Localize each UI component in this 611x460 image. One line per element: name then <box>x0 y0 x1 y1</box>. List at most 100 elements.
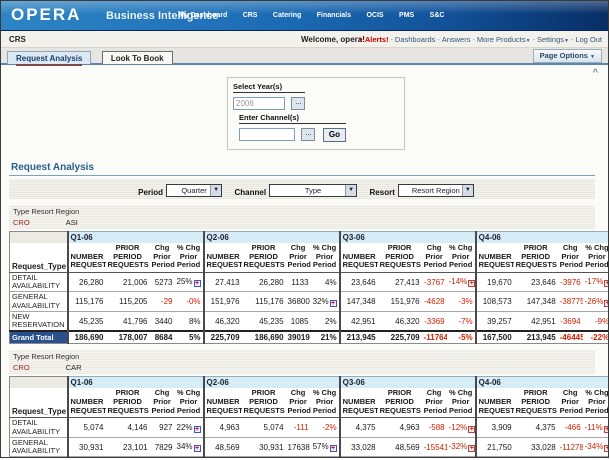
number-requests-cell: 213,945 <box>340 331 378 344</box>
column-header: PRIOR PERIOD REQUESTS <box>106 388 150 417</box>
cro-value: CRO <box>13 218 30 227</box>
chg-cell: 1973 <box>150 457 175 458</box>
chevron-down-icon[interactable]: ▼ <box>345 185 356 196</box>
year-prompt: Select Year(s) ... <box>233 82 305 113</box>
welcome-text: Welcome, opera! <box>301 35 365 44</box>
prior-period-cell: 5,074 <box>242 418 286 438</box>
year-browse-button[interactable]: ... <box>291 97 305 110</box>
module-label: CRS <box>9 35 26 44</box>
drill-icon[interactable]: + <box>604 280 609 287</box>
cro-value: CRO <box>13 363 30 372</box>
nav-item-my-dashboard[interactable]: My Dashboard <box>179 12 227 19</box>
number-requests-cell: 46,320 <box>204 311 242 331</box>
column-header: NUMBER REQUESTS <box>68 243 106 272</box>
drill-icon[interactable]: + <box>194 280 201 287</box>
column-header: PRIOR PERIOD REQUESTS <box>514 388 558 417</box>
column-header-row: Request_TypeNUMBER REQUESTSPRIOR PERIOD … <box>10 243 610 272</box>
view-selector-strip: PeriodQuarter▼ ChannelType▼ ResortResort… <box>9 179 595 199</box>
drill-icon[interactable]: + <box>194 445 201 452</box>
pct-cell: -17%+ <box>583 272 609 292</box>
link-separator: - <box>437 37 439 44</box>
chg-cell: 927 <box>150 418 175 438</box>
channel-select[interactable]: Type ▼ <box>269 184 357 197</box>
column-header: NUMBER REQUESTS <box>204 388 242 417</box>
drill-icon[interactable]: + <box>468 280 475 287</box>
period-select[interactable]: Quarter▼ <box>166 184 222 197</box>
quarter-header-row: Q1-06Q2-06Q3-06Q4-06 <box>10 377 610 389</box>
column-header: NUMBER REQUESTS <box>68 388 106 417</box>
nav-item-crs[interactable]: CRS <box>243 12 258 19</box>
column-header: % Chg Prior Period <box>447 243 476 272</box>
chevron-down-icon: ▼ <box>590 54 595 60</box>
dimension-label: Type Resort Region <box>13 352 595 361</box>
pct-cell: -14%+ <box>447 272 476 292</box>
year-input[interactable] <box>233 97 285 110</box>
nav-item-catering[interactable]: Catering <box>273 12 301 19</box>
chg-cell: -3767 <box>422 272 447 292</box>
column-header: PRIOR PERIOD REQUESTS <box>242 243 286 272</box>
number-requests-cell: 108,573 <box>476 292 514 312</box>
dimension-values: CRO ASI <box>13 218 595 227</box>
chg-cell: -822 <box>558 457 583 458</box>
nav-item-pms[interactable]: PMS <box>399 12 414 19</box>
column-header: NUMBER REQUESTS <box>476 243 514 272</box>
pct-cell: -13%+ <box>447 457 476 458</box>
drill-icon[interactable]: + <box>330 300 337 307</box>
alerts-link[interactable]: Alerts! <box>365 35 389 44</box>
resort-select[interactable]: Resort Region▼ <box>398 184 474 197</box>
number-requests-cell: 30,931 <box>68 437 106 457</box>
channel-value: Type <box>303 185 323 195</box>
chg-cell: -466 <box>558 418 583 438</box>
quarter-header: Q1-06 <box>68 377 204 389</box>
chevron-down-icon[interactable]: ▼ <box>210 185 221 196</box>
drill-icon[interactable]: + <box>194 426 201 433</box>
pct-cell: 32%+ <box>311 292 340 312</box>
nav-item-financials[interactable]: Financials <box>317 12 351 19</box>
go-button[interactable]: Go <box>323 128 346 142</box>
number-requests-cell: 167,500 <box>476 331 514 344</box>
drill-icon[interactable]: + <box>330 445 337 452</box>
chg-cell: 39019 <box>286 331 311 344</box>
number-requests-cell: 5,074 <box>68 418 106 438</box>
pct-cell: -10%+ <box>583 457 609 458</box>
channel-browse-button[interactable]: ... <box>301 128 315 141</box>
prior-period-cell: 46,320 <box>378 311 422 331</box>
nav-item-ocis[interactable]: OCIS <box>366 12 383 19</box>
quarter-header: Q2-06 <box>204 232 340 244</box>
period-label: Period <box>138 188 163 197</box>
chevron-down-icon: ▼ <box>526 38 531 44</box>
more-products-link[interactable]: More Products <box>477 35 526 44</box>
banner-nav: My Dashboard CRS Catering Financials OCI… <box>179 4 455 22</box>
link-separator: - <box>571 37 573 44</box>
tab-request-analysis[interactable]: Request Analysis <box>7 51 91 64</box>
drill-icon[interactable]: + <box>604 426 609 433</box>
quarter-header: Q4-06 <box>476 232 609 244</box>
chevron-down-icon[interactable]: ▼ <box>462 185 473 196</box>
drill-icon[interactable]: + <box>468 426 475 433</box>
channel-input[interactable] <box>239 128 295 141</box>
column-header: Chg Prior Period <box>558 388 583 417</box>
drill-icon[interactable]: + <box>468 445 475 452</box>
settings-link[interactable]: Settings <box>537 35 564 44</box>
resort-label: Resort <box>370 188 395 197</box>
dashboards-link[interactable]: Dashboards <box>395 35 435 44</box>
number-requests-cell: 9,615 <box>68 457 106 458</box>
corner-cell <box>10 377 68 389</box>
resort-value: Resort Region <box>410 185 462 195</box>
chg-cell: -11764 <box>422 331 447 344</box>
column-header: % Chg Prior Period <box>175 388 204 417</box>
collapse-section-icon[interactable]: ^ <box>593 67 598 77</box>
tab-look-to-book[interactable]: Look To Book <box>102 51 173 64</box>
prior-period-cell: 23,101 <box>106 437 150 457</box>
nav-item-sc[interactable]: S&C <box>430 12 445 19</box>
log-out-link[interactable]: Log Out <box>575 35 602 44</box>
number-requests-cell: 19,670 <box>476 272 514 292</box>
quarter-header: Q4-06 <box>476 377 609 389</box>
drill-icon[interactable]: + <box>604 300 609 307</box>
channel-filter-label: Channel <box>235 188 267 197</box>
heading-divider <box>9 175 595 176</box>
drill-icon[interactable]: + <box>604 445 609 452</box>
answers-link[interactable]: Answers <box>442 35 471 44</box>
page-options-button[interactable]: Page Options ▼ <box>533 49 602 63</box>
request-table: Q1-06Q2-06Q3-06Q4-06Request_TypeNUMBER R… <box>9 231 609 344</box>
